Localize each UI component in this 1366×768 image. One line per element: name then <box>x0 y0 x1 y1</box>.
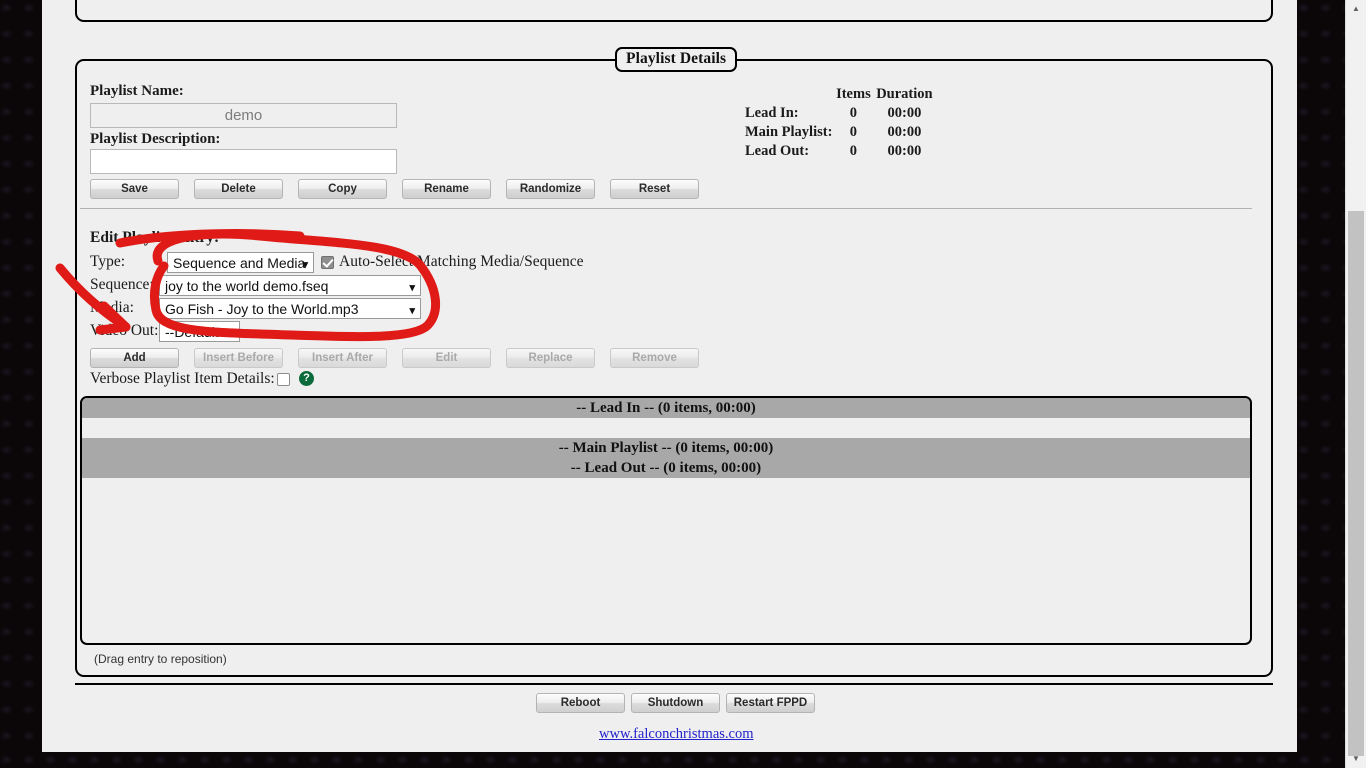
playlist-section-lead-out[interactable]: -- Lead Out -- (0 items, 00:00) <box>82 458 1250 478</box>
chevron-down-icon: ▾ <box>228 328 234 340</box>
summary-header-row: Items Duration <box>745 85 934 104</box>
reboot-button[interactable]: Reboot <box>536 693 625 713</box>
section-divider <box>80 208 1252 209</box>
media-select[interactable]: Go Fish - Joy to the World.mp3 ▾ <box>159 298 421 319</box>
verbose-label: Verbose Playlist Item Details: <box>90 370 275 387</box>
chevron-down-icon: ▾ <box>409 305 415 317</box>
randomize-button[interactable]: Randomize <box>506 179 595 199</box>
summary-row-lead-out: Lead Out: 0 00:00 <box>745 142 934 161</box>
video-out-select-value: --Default-- <box>165 324 229 340</box>
page-frame-right <box>1297 0 1346 768</box>
shutdown-button[interactable]: Shutdown <box>631 693 720 713</box>
summary-label-lead-in: Lead In: <box>745 105 799 121</box>
sequence-select-value: joy to the world demo.fseq <box>165 278 329 294</box>
playlist-items-listbox[interactable]: -- Lead In -- (0 items, 00:00) -- Main P… <box>80 396 1252 645</box>
media-select-value: Go Fish - Joy to the World.mp3 <box>165 301 359 317</box>
summary-corner <box>745 85 832 104</box>
scroll-up-arrow-icon[interactable]: ▲ <box>1346 0 1366 18</box>
add-button[interactable]: Add <box>90 348 179 368</box>
playlist-lead-in-empty-area <box>82 418 1250 438</box>
sequence-select[interactable]: joy to the world demo.fseq ▾ <box>159 275 421 296</box>
video-out-select[interactable]: --Default-- ▾ <box>159 321 240 342</box>
replace-button[interactable]: Replace <box>506 348 595 368</box>
chevron-down-icon: ▾ <box>409 282 415 294</box>
playlist-name-input[interactable] <box>90 103 397 128</box>
help-icon[interactable]: ? <box>299 371 314 386</box>
playlist-description-input[interactable] <box>90 149 397 174</box>
summary-duration-header: Duration <box>876 86 933 102</box>
summary-items-main-playlist: 0 <box>849 124 858 140</box>
auto-select-checkbox[interactable] <box>321 256 334 269</box>
type-select-value: Sequence and Media <box>173 255 306 271</box>
type-label: Type: <box>90 253 126 270</box>
type-select[interactable]: Sequence and Media ▾ <box>167 252 314 273</box>
sequence-label: Sequence: <box>90 276 154 293</box>
page-content: Playlist Details Playlist Name: Playlist… <box>42 0 1297 752</box>
playlist-section-lead-in[interactable]: -- Lead In -- (0 items, 00:00) <box>82 398 1250 418</box>
restart-fppd-button[interactable]: Restart FPPD <box>726 693 815 713</box>
drag-hint-text: (Drag entry to reposition) <box>94 652 227 666</box>
summary-row-main-playlist: Main Playlist: 0 00:00 <box>745 123 934 142</box>
rename-button[interactable]: Rename <box>402 179 491 199</box>
summary-duration-lead-in: 00:00 <box>887 105 922 121</box>
summary-items-lead-out: 0 <box>849 143 858 159</box>
verbose-checkbox[interactable] <box>277 373 290 386</box>
playlist-summary-table: Items Duration Lead In: 0 00:00 Main Pla… <box>745 85 934 161</box>
previous-panel-partial <box>75 0 1273 22</box>
copy-button[interactable]: Copy <box>298 179 387 199</box>
remove-button[interactable]: Remove <box>610 348 699 368</box>
summary-items-header: Items <box>836 86 871 102</box>
playlist-details-panel: Playlist Details Playlist Name: Playlist… <box>75 47 1273 677</box>
insert-before-button[interactable]: Insert Before <box>194 348 283 368</box>
summary-duration-lead-out: 00:00 <box>887 143 922 159</box>
auto-select-label: Auto-Select Matching Media/Sequence <box>339 253 584 270</box>
page-frame-bottom <box>0 752 1346 768</box>
summary-items-lead-in: 0 <box>849 105 858 121</box>
scrollbar-thumb[interactable] <box>1348 211 1364 756</box>
delete-button[interactable]: Delete <box>194 179 283 199</box>
media-label: Media: <box>90 299 134 316</box>
page-frame-left <box>0 0 42 768</box>
save-button[interactable]: Save <box>90 179 179 199</box>
video-out-label: Video Out: <box>90 322 159 339</box>
edit-button[interactable]: Edit <box>402 348 491 368</box>
scroll-down-arrow-icon[interactable]: ▼ <box>1346 750 1366 768</box>
edit-playlist-entry-heading: Edit Playlist Entry: <box>90 229 220 246</box>
footer-divider <box>75 683 1273 685</box>
playlist-description-label: Playlist Description: <box>90 131 221 147</box>
summary-row-lead-in: Lead In: 0 00:00 <box>745 104 934 123</box>
reset-button[interactable]: Reset <box>610 179 699 199</box>
falconchristmas-link[interactable]: www.falconchristmas.com <box>599 726 754 743</box>
summary-label-main-playlist: Main Playlist: <box>745 124 833 140</box>
chevron-down-icon: ▾ <box>302 259 308 271</box>
playlist-details-legend: Playlist Details <box>615 47 738 72</box>
vertical-scrollbar[interactable]: ▲ ▼ <box>1345 0 1366 768</box>
playlist-name-label: Playlist Name: <box>90 83 184 99</box>
insert-after-button[interactable]: Insert After <box>298 348 387 368</box>
summary-label-lead-out: Lead Out: <box>745 143 810 159</box>
summary-duration-main-playlist: 00:00 <box>887 124 922 140</box>
playlist-section-main-playlist[interactable]: -- Main Playlist -- (0 items, 00:00) <box>82 438 1250 458</box>
